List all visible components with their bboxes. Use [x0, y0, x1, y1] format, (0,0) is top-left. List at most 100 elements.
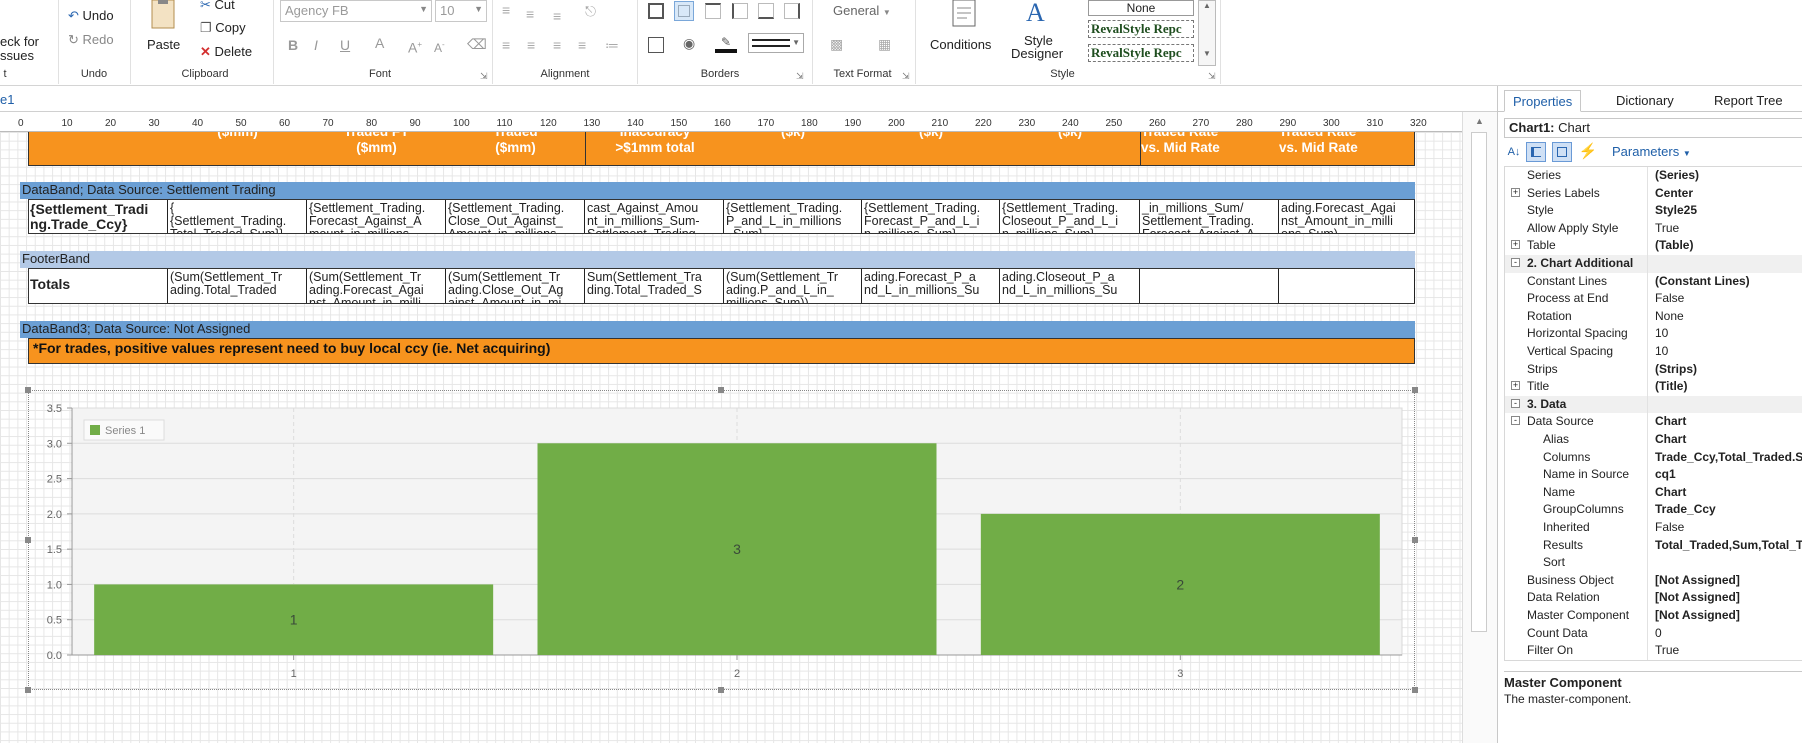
property-value[interactable]: Total_Traded,Sum,Total_Tr [1655, 538, 1802, 552]
events-icon[interactable]: ⚡ [1578, 142, 1598, 162]
property-row[interactable]: - Data Source Chart [1505, 413, 1802, 431]
expand-icon[interactable]: ⇲ [1208, 71, 1216, 82]
page-tab[interactable]: e1 [0, 92, 14, 107]
property-row[interactable]: Alias Chart [1505, 431, 1802, 449]
align-right-icon[interactable]: ≡ [553, 37, 561, 53]
expand-icon[interactable]: + [1511, 187, 1520, 197]
align-bottom-icon[interactable]: ≡ [553, 8, 561, 24]
data-cell[interactable]: {Settlement_Trading. Forecast_P_and_L_i … [862, 200, 1000, 233]
footer-cell[interactable]: ading.Forecast_P_a nd_L_in_millions_Su [862, 269, 1000, 303]
property-row[interactable]: Allow Apply Style True [1505, 220, 1802, 238]
property-value[interactable]: cq1 [1655, 467, 1802, 481]
property-value[interactable]: Chart [1655, 414, 1802, 428]
right-border-icon[interactable] [784, 3, 800, 19]
fill-bucket-icon[interactable]: ◉ [683, 35, 695, 51]
collapse-icon[interactable]: - [1511, 398, 1520, 408]
expand-icon[interactable]: ⇲ [902, 71, 910, 82]
bold-icon[interactable]: B [288, 37, 298, 53]
property-value[interactable]: (Constant Lines) [1655, 274, 1802, 288]
property-value[interactable]: [Not Assigned] [1655, 573, 1802, 587]
left-border-icon[interactable] [732, 3, 748, 19]
footerband-header[interactable]: FooterBand [20, 251, 1415, 268]
property-value[interactable]: Style25 [1655, 203, 1802, 217]
redo-button[interactable]: ↻ Redo [68, 32, 114, 48]
italic-icon[interactable]: I [314, 37, 318, 53]
property-value[interactable]: Chart [1655, 432, 1802, 446]
footer-cell[interactable]: (Sum(Settlement_Tr ading.P_and_L_in_ mil… [724, 269, 862, 303]
bottom-border-icon[interactable] [758, 3, 774, 19]
header-cell[interactable]: ($k) [862, 132, 1000, 166]
property-value[interactable]: True [1655, 643, 1802, 657]
footer-cell[interactable] [1140, 269, 1279, 303]
underline-icon[interactable]: U [340, 37, 350, 53]
top-border-icon[interactable] [705, 3, 721, 19]
property-category[interactable]: -3. Data [1505, 395, 1802, 414]
property-value[interactable]: (Title) [1655, 379, 1802, 393]
report-design-surface[interactable]: ($mm)Traded FY ($mm)Traded ($mm)Inaccura… [0, 132, 1462, 743]
property-row[interactable]: Columns Trade_Ccy,Total_Traded.S [1505, 449, 1802, 467]
align-middle-icon[interactable]: ≡ [526, 6, 534, 22]
grow-font-icon[interactable]: A+ [408, 37, 422, 56]
shrink-font-icon[interactable]: A- [434, 37, 445, 56]
scroll-thumb[interactable] [1471, 132, 1487, 632]
data-cell[interactable]: cast_Against_Amou nt_in_millions_Sum- Se… [585, 200, 724, 233]
property-value[interactable]: Center [1655, 186, 1802, 200]
property-row[interactable]: + Table (Table) [1505, 237, 1802, 255]
tab-properties[interactable]: Properties [1504, 90, 1582, 112]
font-name-combo[interactable]: Agency FB ▼ [280, 0, 432, 22]
expand-icon[interactable]: + [1511, 381, 1520, 391]
property-row[interactable]: Process at End False [1505, 290, 1802, 308]
property-row[interactable]: + Series Labels Center [1505, 185, 1802, 203]
header-cell[interactable]: ($mm) [168, 132, 307, 166]
property-value[interactable]: Trade_Ccy [1655, 502, 1802, 516]
cut-button[interactable]: ✂ Cut [200, 0, 235, 13]
header-cell[interactable]: ($k) [1000, 132, 1140, 166]
tab-dictionary[interactable]: Dictionary [1608, 90, 1682, 112]
footer-cell[interactable]: Sum(Settlement_Tra ding.Total_Traded_S [585, 269, 724, 303]
border-style-combo[interactable]: ▼ [748, 33, 804, 53]
footer-cell[interactable]: (Sum(Settlement_Tr ading.Total_Traded [168, 269, 307, 303]
data-cell[interactable]: ading.Forecast_Agai nst_Amount_in_milli … [1279, 200, 1415, 233]
property-value[interactable]: 10 [1655, 326, 1802, 340]
align-left-icon[interactable]: ≡ [502, 37, 510, 53]
property-row[interactable]: Sort [1505, 554, 1802, 572]
data-cell[interactable]: {Settlement_Trading. Closeout_P_and_L_i … [1000, 200, 1140, 233]
paste-button[interactable]: Paste [143, 0, 187, 56]
style-gallery-item[interactable]: RevalStyle Repc [1088, 20, 1194, 38]
expand-icon[interactable]: ⇲ [796, 71, 804, 82]
footer-cell[interactable]: (Sum(Settlement_Tr ading.Forecast_Agai n… [307, 269, 446, 303]
property-value[interactable]: 0 [1655, 626, 1802, 640]
property-row[interactable]: Name in Source cq1 [1505, 466, 1802, 484]
style-designer-button[interactable]: A Style Designer [1008, 0, 1074, 61]
rotate-text-icon[interactable]: ⎋ [585, 3, 596, 19]
text-format-combo[interactable]: General ▼ [833, 3, 891, 18]
border-outline-icon[interactable] [648, 37, 664, 53]
style-gallery-none[interactable]: None [1088, 0, 1194, 16]
parameters-dropdown[interactable]: Parameters ▼ [1612, 144, 1691, 159]
check-issues-button[interactable]: eck for ssues [0, 10, 50, 63]
databand-header[interactable]: DataBand; Data Source: Settlement Tradin… [20, 182, 1415, 199]
align-top-icon[interactable]: ≡ [502, 2, 510, 18]
copy-button[interactable]: ❐ Copy [200, 20, 246, 36]
all-borders-icon[interactable] [648, 3, 664, 19]
property-row[interactable]: Series (Series) [1505, 167, 1802, 185]
expand-icon[interactable]: ⇲ [480, 71, 488, 82]
column-divider[interactable] [1647, 167, 1648, 660]
property-row[interactable]: Results Total_Traded,Sum,Total_Tr [1505, 537, 1802, 555]
property-value[interactable]: Trade_Ccy,Total_Traded.S [1655, 450, 1802, 464]
data-cell[interactable]: _in_millions_Sum/ Settlement_Trading. Fo… [1140, 200, 1279, 233]
property-row[interactable]: Horizontal Spacing 10 [1505, 325, 1802, 343]
property-row[interactable]: Filter On True [1505, 642, 1802, 660]
header-cell[interactable]: Inaccuracy >$1mm total [585, 132, 724, 166]
header-cell[interactable]: Traded ($mm) [446, 132, 585, 166]
header-cell[interactable]: Traded FY ($mm) [307, 132, 446, 166]
property-value[interactable]: [Not Assigned] [1655, 608, 1802, 622]
no-border-icon[interactable] [674, 1, 694, 21]
property-row[interactable]: Rotation None [1505, 308, 1802, 326]
data-cell[interactable]: {Settlement_Trading. Close_Out_Against_ … [446, 200, 585, 233]
collapse-icon[interactable]: - [1511, 258, 1520, 267]
property-row[interactable]: Count Data 0 [1505, 625, 1802, 643]
property-row[interactable]: Data Relation [Not Assigned] [1505, 589, 1802, 607]
align-center-icon[interactable]: ≡ [527, 37, 535, 53]
style-gallery-scroll[interactable]: ▲ ▼ [1198, 0, 1216, 66]
